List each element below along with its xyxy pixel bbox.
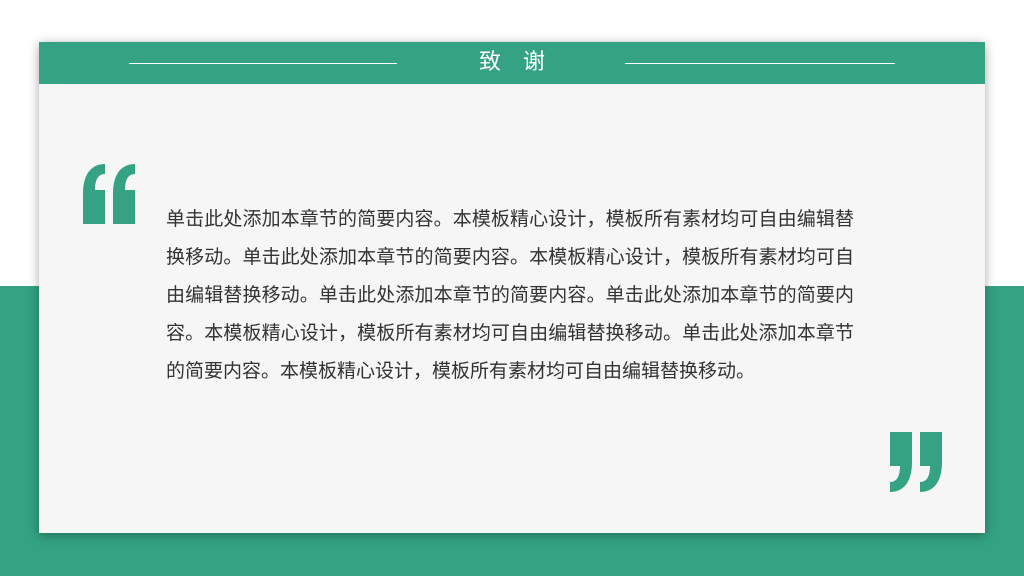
content-card: 致谢 单击此处添加本章节的简要内容。本模板精心设计，模板所有素材均可自由编辑替换…: [39, 42, 985, 533]
close-quote-icon: [890, 432, 942, 492]
open-quote-icon: [83, 164, 135, 224]
header-bar: 致谢: [39, 42, 985, 84]
header-divider-right: [625, 63, 895, 64]
body-text: 单击此处添加本章节的简要内容。本模板精心设计，模板所有素材均可自由编辑替换移动。…: [166, 208, 854, 382]
